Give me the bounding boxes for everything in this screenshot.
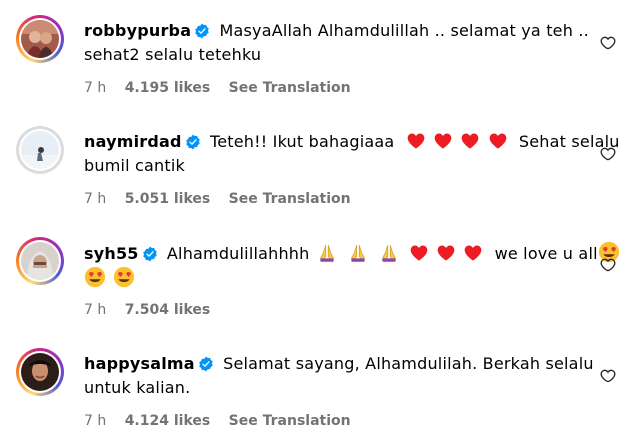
red-heart-icon: [460, 131, 480, 151]
username[interactable]: robbypurba: [84, 21, 191, 40]
comment-body-line1-end: we love u all: [494, 244, 598, 263]
likes-count[interactable]: 4.124 likes: [125, 413, 211, 429]
timestamp[interactable]: 7 h: [84, 80, 106, 96]
avatar[interactable]: [21, 131, 59, 169]
avatar[interactable]: [21, 242, 59, 280]
folded-hands-icon: [317, 243, 337, 263]
see-translation-link[interactable]: See Translation: [229, 191, 351, 207]
heart-eyes-face-icon: [84, 266, 106, 288]
comment-text: naymirdad Teteh!! Ikut bahagiaaa Sehat s…: [84, 130, 619, 178]
comment-body-line2: sehat2 selalu tetehku: [84, 45, 262, 64]
timestamp[interactable]: 7 h: [84, 413, 106, 429]
comment-meta: 7 h 4.124 likes See Translation: [84, 413, 365, 429]
red-heart-icon: [406, 131, 426, 151]
red-heart-icon: [463, 243, 483, 263]
red-heart-icon: [409, 243, 429, 263]
comment-body-line1: Alhamdulillahhhh: [166, 244, 310, 263]
verified-badge-icon: [198, 356, 214, 372]
like-heart-icon[interactable]: [600, 368, 616, 384]
see-translation-link[interactable]: See Translation: [229, 80, 351, 96]
like-heart-icon[interactable]: [600, 35, 616, 51]
avatar-ring[interactable]: [16, 126, 64, 174]
comment-text: happysalma Selamat sayang, Alhamdulilah.…: [84, 352, 593, 400]
username[interactable]: happysalma: [84, 354, 195, 373]
timestamp[interactable]: 7 h: [84, 191, 106, 207]
username[interactable]: syh55: [84, 244, 139, 263]
comment-body-line1: Teteh!! Ikut bahagiaaa: [209, 132, 395, 151]
folded-hands-icon: [379, 243, 399, 263]
red-heart-icon: [436, 243, 456, 263]
heart-eyes-face-icon: [113, 266, 135, 288]
username[interactable]: naymirdad: [84, 132, 182, 151]
likes-count[interactable]: 7.504 likes: [125, 302, 211, 318]
avatar-ring[interactable]: [16, 15, 64, 63]
timestamp[interactable]: 7 h: [84, 302, 106, 318]
avatar-ring[interactable]: [16, 348, 64, 396]
comment-text: robbypurba MasyaAllah Alhamdulillah .. s…: [84, 19, 589, 67]
likes-count[interactable]: 5.051 likes: [125, 191, 211, 207]
see-translation-link[interactable]: See Translation: [229, 413, 351, 429]
avatar[interactable]: [21, 353, 59, 391]
comment-body-line2: bumil cantik: [84, 156, 185, 175]
verified-badge-icon: [185, 134, 201, 150]
comment-text: syh55 Alhamdulillahhhh we love u all: [84, 241, 574, 291]
comment-meta: 7 h 7.504 likes: [84, 302, 224, 318]
verified-badge-icon: [142, 246, 158, 262]
folded-hands-icon: [348, 243, 368, 263]
comment-body-line1: Selamat sayang, Alhamdulilah. Berkah sel…: [223, 354, 594, 373]
comment-body-line1: MasyaAllah Alhamdulillah .. selamat ya t…: [219, 21, 589, 40]
verified-badge-icon: [194, 23, 210, 39]
comment-meta: 7 h 5.051 likes See Translation: [84, 191, 365, 207]
like-heart-icon[interactable]: [600, 257, 616, 273]
red-heart-icon: [433, 131, 453, 151]
comment-meta: 7 h 4.195 likes See Translation: [84, 80, 365, 96]
likes-count[interactable]: 4.195 likes: [125, 80, 211, 96]
avatar[interactable]: [21, 20, 59, 58]
comment-body-line2: untuk kalian.: [84, 378, 191, 397]
like-heart-icon[interactable]: [600, 146, 616, 162]
avatar-ring[interactable]: [16, 237, 64, 285]
red-heart-icon: [488, 131, 508, 151]
